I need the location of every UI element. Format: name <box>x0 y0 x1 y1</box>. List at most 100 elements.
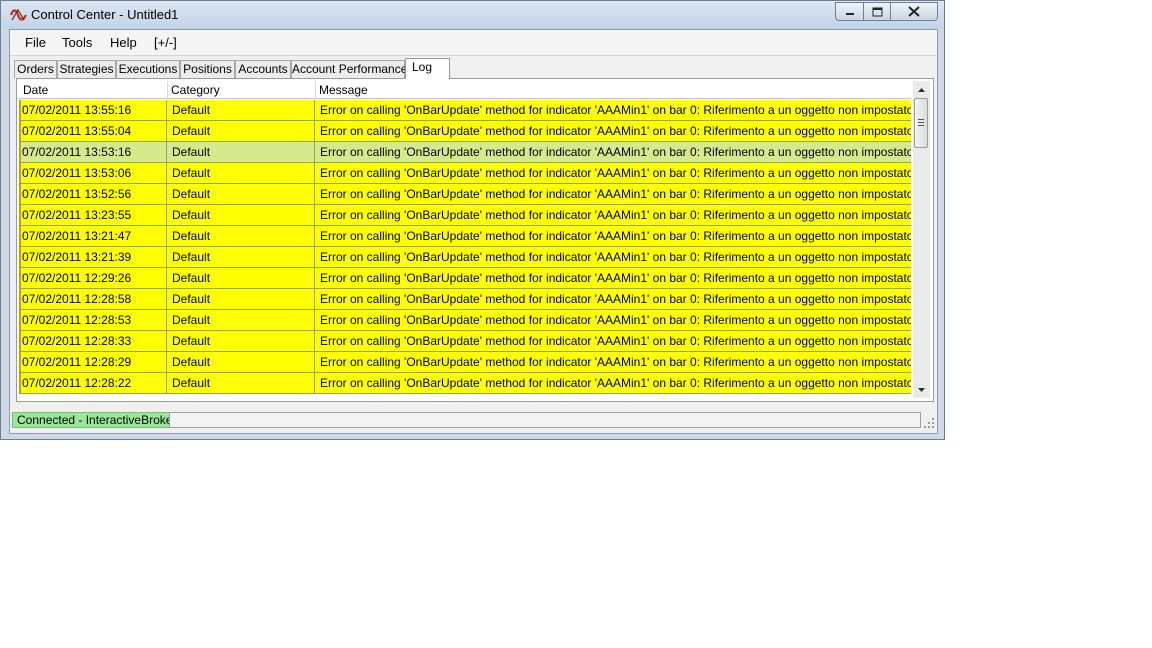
log-date-cell: 07/02/2011 12:28:22 <box>19 373 167 393</box>
minimize-button[interactable] <box>835 2 864 21</box>
log-message-cell: Error on calling 'OnBarUpdate' method fo… <box>320 208 911 222</box>
status-bar: Connected - InteractiveBrokers <box>10 410 937 430</box>
vertical-scrollbar[interactable] <box>913 81 930 398</box>
log-row[interactable]: 07/02/2011 13:53:06 Default Error on calli… <box>19 163 911 184</box>
log-category-cell: Default <box>167 289 315 309</box>
scroll-up-icon <box>918 87 925 92</box>
scroll-down-button[interactable] <box>913 381 930 398</box>
log-date-cell: 07/02/2011 13:21:39 <box>19 247 167 267</box>
window-title: Control Center - Untitled1 <box>31 7 179 22</box>
minimize-icon <box>845 12 854 15</box>
log-row[interactable]: 07/02/2011 12:28:33 Default Error on calli… <box>19 331 911 352</box>
menu-bar: File Tools Help [+/-] <box>10 30 937 56</box>
tab-orders[interactable]: Orders <box>14 60 57 78</box>
tab-strip: Orders Strategies Executions Positions A… <box>10 58 937 79</box>
tab-account-performance[interactable]: Account Performance <box>291 60 407 78</box>
log-date-cell: 07/02/2011 12:28:53 <box>19 310 167 330</box>
log-message-cell: Error on calling 'OnBarUpdate' method fo… <box>320 229 911 243</box>
log-message-cell: Error on calling 'OnBarUpdate' method fo… <box>320 313 911 327</box>
control-center-window: Control Center - Untitled1 File Tools He… <box>0 0 945 440</box>
log-row[interactable]: 07/02/2011 13:52:56 Default Error on calli… <box>19 184 911 205</box>
log-message-cell: Error on calling 'OnBarUpdate' method fo… <box>320 355 911 369</box>
log-category-cell: Default <box>167 142 315 162</box>
log-date-cell: 07/02/2011 12:28:33 <box>19 331 167 351</box>
column-divider[interactable] <box>167 81 168 99</box>
app-logo-icon <box>10 8 27 21</box>
maximize-button[interactable] <box>863 2 891 21</box>
log-date-cell: 07/02/2011 12:28:29 <box>19 352 167 372</box>
log-category-cell: Default <box>167 205 315 225</box>
log-category-cell: Default <box>167 163 315 183</box>
log-row[interactable]: 07/02/2011 13:55:16 Default Error on calli… <box>19 100 911 121</box>
menu-help[interactable]: Help <box>110 35 137 50</box>
thumb-grip-line <box>918 119 924 120</box>
tab-accounts[interactable]: Accounts <box>235 60 291 78</box>
scroll-down-icon <box>918 387 925 392</box>
log-date-cell: 07/02/2011 13:53:16 <box>19 142 167 162</box>
log-row[interactable]: 07/02/2011 12:29:26 Default Error on calli… <box>19 268 911 289</box>
maximize-icon <box>872 7 882 16</box>
log-date-cell: 07/02/2011 13:23:55 <box>19 205 167 225</box>
status-message-field <box>169 412 921 428</box>
thumb-grip-line <box>918 125 924 126</box>
close-icon <box>908 6 920 17</box>
log-category-cell: Default <box>167 226 315 246</box>
column-header-message[interactable]: Message <box>319 83 368 97</box>
log-message-cell: Error on calling 'OnBarUpdate' method fo… <box>320 103 911 117</box>
log-category-cell: Default <box>167 184 315 204</box>
log-message-cell: Error on calling 'OnBarUpdate' method fo… <box>320 187 911 201</box>
column-header-date[interactable]: Date <box>23 83 48 97</box>
log-category-cell: Default <box>167 373 315 393</box>
log-message-cell: Error on calling 'OnBarUpdate' method fo… <box>320 124 911 138</box>
column-header-category[interactable]: Category <box>171 83 220 97</box>
log-row[interactable]: 07/02/2011 12:28:53 Default Error on calli… <box>19 310 911 331</box>
log-category-cell: Default <box>167 247 315 267</box>
log-date-cell: 07/02/2011 13:52:56 <box>19 184 167 204</box>
log-row[interactable]: 07/02/2011 13:21:47 Default Error on calli… <box>19 226 911 247</box>
log-date-cell: 07/02/2011 13:55:16 <box>19 100 167 120</box>
log-category-cell: Default <box>167 310 315 330</box>
log-date-cell: 07/02/2011 13:53:06 <box>19 163 167 183</box>
tab-strategies[interactable]: Strategies <box>57 60 116 78</box>
log-message-cell: Error on calling 'OnBarUpdate' method fo… <box>320 292 911 306</box>
log-category-cell: Default <box>167 121 315 141</box>
thumb-grip-line <box>918 122 924 123</box>
menu-tools[interactable]: Tools <box>62 35 92 50</box>
log-grid: Date Category Message 07/02/2011 13:55:1… <box>16 78 934 402</box>
log-date-cell: 07/02/2011 12:28:58 <box>19 289 167 309</box>
client-area: File Tools Help [+/-] Orders Strategies … <box>9 29 938 434</box>
scroll-up-button[interactable] <box>913 81 930 98</box>
log-category-cell: Default <box>167 268 315 288</box>
title-bar[interactable]: Control Center - Untitled1 <box>1 1 944 29</box>
log-row[interactable]: 07/02/2011 12:28:22 Default Error on calli… <box>19 373 911 394</box>
scroll-thumb[interactable] <box>914 98 928 148</box>
column-divider[interactable] <box>315 81 316 99</box>
log-message-cell: Error on calling 'OnBarUpdate' method fo… <box>320 166 911 180</box>
close-button[interactable] <box>890 2 938 21</box>
log-message-cell: Error on calling 'OnBarUpdate' method fo… <box>320 145 911 159</box>
menu-expand-toggle[interactable]: [+/-] <box>154 35 177 50</box>
log-row[interactable]: 07/02/2011 13:21:39 Default Error on calli… <box>19 247 911 268</box>
log-row[interactable]: 07/02/2011 13:53:16 Default Error on calli… <box>19 142 911 163</box>
log-message-cell: Error on calling 'OnBarUpdate' method fo… <box>320 250 911 264</box>
log-message-cell: Error on calling 'OnBarUpdate' method fo… <box>320 376 911 390</box>
log-row[interactable]: 07/02/2011 13:55:04 Default Error on calli… <box>19 121 911 142</box>
tab-executions[interactable]: Executions <box>116 60 180 78</box>
log-row[interactable]: 07/02/2011 12:28:58 Default Error on calli… <box>19 289 911 310</box>
connection-status: Connected - InteractiveBrokers <box>12 412 188 428</box>
resize-grip-icon[interactable] <box>923 417 935 429</box>
log-category-cell: Default <box>167 100 315 120</box>
log-message-cell: Error on calling 'OnBarUpdate' method fo… <box>320 271 911 285</box>
log-rows: 07/02/2011 13:55:16 Default Error on calli… <box>19 100 911 398</box>
log-date-cell: 07/02/2011 13:21:47 <box>19 226 167 246</box>
log-date-cell: 07/02/2011 12:29:26 <box>19 268 167 288</box>
log-message-cell: Error on calling 'OnBarUpdate' method fo… <box>320 334 911 348</box>
grid-header: Date Category Message <box>19 81 911 99</box>
log-category-cell: Default <box>167 352 315 372</box>
log-category-cell: Default <box>167 331 315 351</box>
tab-log[interactable]: Log <box>405 58 450 79</box>
log-row[interactable]: 07/02/2011 12:28:29 Default Error on calli… <box>19 352 911 373</box>
menu-file[interactable]: File <box>25 35 46 50</box>
log-row[interactable]: 07/02/2011 13:23:55 Default Error on calli… <box>19 205 911 226</box>
tab-positions[interactable]: Positions <box>180 60 235 78</box>
